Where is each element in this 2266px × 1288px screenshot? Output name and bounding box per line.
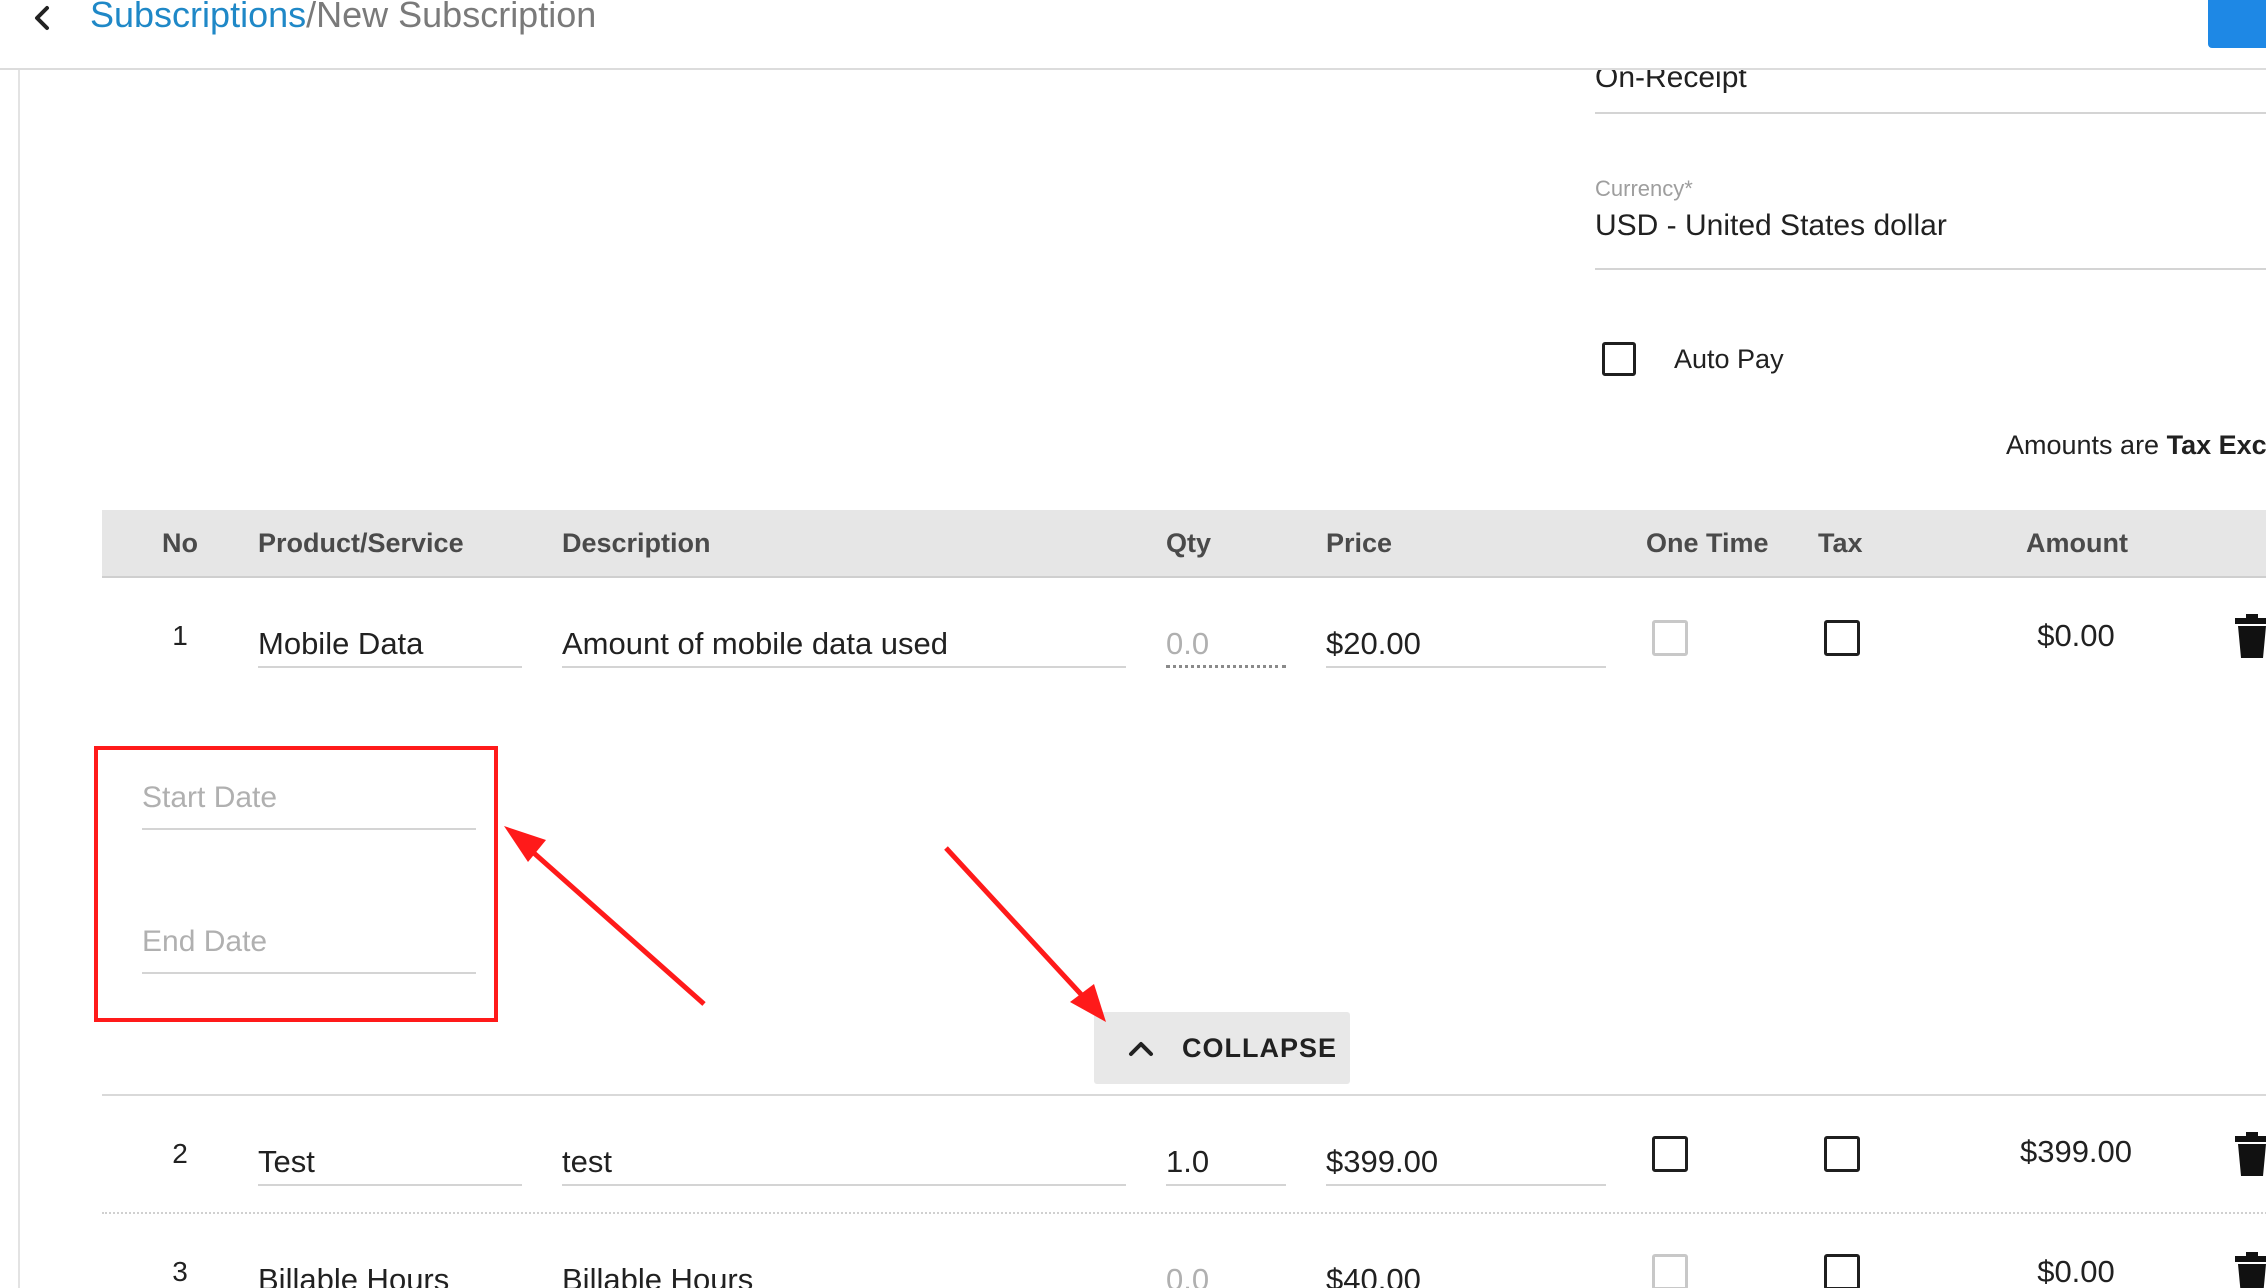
column-header-amount: Amount [2026,528,2128,558]
row-1-price-input[interactable]: $20.00 [1326,616,1606,668]
row-3-number: 3 [172,1256,188,1287]
trash-icon [2235,614,2266,658]
chevron-up-icon [1129,1042,1153,1056]
start-date-input[interactable]: Start Date [142,772,476,830]
auto-pay-checkbox[interactable] [1602,342,1636,376]
row-3-qty-input[interactable]: 0.0 [1166,1252,1286,1288]
row-3-price-value: $40.00 [1326,1262,1421,1288]
row-3-description-input[interactable]: Billable Hours [562,1252,1126,1288]
currency-value: USD - United States dollar [1595,209,1947,242]
column-header-product: Product/Service [258,528,464,558]
row-3-delete-button[interactable] [2232,1252,2266,1288]
end-date-placeholder: End Date [142,925,268,958]
row-2-number: 2 [172,1138,188,1169]
row-divider [102,1094,2266,1096]
row-3-one-time-checkbox [1652,1254,1688,1288]
row-2-description-value: test [562,1144,612,1179]
row-3-amount: $0.00 [2037,1254,2115,1288]
row-1-qty-value: 0.0 [1166,626,1210,661]
row-1-delete-button[interactable] [2232,614,2266,658]
column-header-price: Price [1326,528,1393,558]
currency-label: Currency* [1595,176,1693,201]
tax-mode-value[interactable]: Tax Exc [2167,430,2266,460]
left-panel-border [18,68,20,1288]
breadcrumb-subscriptions-link[interactable]: Subscriptions [90,0,306,35]
breadcrumb-current-page: New Subscription [316,0,597,35]
subscription-form-page: Subscriptions/New Subscription On-Receip… [0,0,2266,1288]
row-2-amount: $399.00 [2019,1134,2133,1169]
back-button[interactable] [26,0,58,36]
auto-pay-label: Auto Pay [1674,344,1784,374]
row-1-product-input[interactable]: Mobile Data [258,616,522,668]
row-2-tax-checkbox[interactable] [1824,1136,1860,1172]
row-2-price-input[interactable]: $399.00 [1326,1134,1606,1186]
row-1-tax-checkbox[interactable] [1824,620,1860,656]
row-3-product-input[interactable]: Billable Hours [258,1252,522,1288]
row-3-tax-checkbox[interactable] [1824,1254,1860,1288]
column-header-one-time: One Time [1646,528,1769,558]
collapse-label: COLLAPSE [1182,1033,1338,1063]
row-2-one-time-checkbox[interactable] [1652,1136,1688,1172]
row-2-qty-input[interactable]: 1.0 [1166,1134,1286,1186]
trash-icon [2235,1252,2266,1288]
column-header-qty: Qty [1166,528,1212,558]
top-bar: Subscriptions/New Subscription [0,0,2266,70]
row-2-product-input[interactable]: Test [258,1134,522,1186]
currency-field[interactable]: Currency* USD - United States dollar [1595,176,2266,270]
row-1-number: 1 [172,620,188,651]
top-action-button[interactable] [2208,0,2266,48]
collapse-button[interactable]: COLLAPSE [1094,1012,1350,1084]
breadcrumb: Subscriptions/New Subscription [90,0,596,36]
row-3-qty-value: 0.0 [1166,1262,1210,1288]
breadcrumb-separator: / [306,0,317,35]
arrow-to-date-fields [504,826,706,1006]
row-1-amount: $0.00 [2037,618,2115,653]
trash-icon [2235,1132,2266,1176]
column-header-no: No [162,528,198,558]
row-1-price-value: $20.00 [1326,626,1421,661]
tax-note-prefix: Amounts are [2006,430,2167,460]
row-2-delete-button[interactable] [2232,1132,2266,1176]
row-1-qty-input[interactable]: 0.0 [1166,616,1286,668]
row-2-price-value: $399.00 [1326,1144,1439,1179]
row-1-description-input[interactable]: Amount of mobile data used [562,616,1126,668]
start-date-placeholder: Start Date [142,781,278,814]
row-1-product-value: Mobile Data [258,626,424,661]
tax-mode-note: Amounts are Tax Exc [2006,428,2266,462]
row-3-description-value: Billable Hours [562,1262,754,1288]
row-3-price-input[interactable]: $40.00 [1326,1252,1606,1288]
line-items-table-header: No Product/Service Description Qty Price… [102,510,2266,578]
row-1-one-time-checkbox [1652,620,1688,656]
column-header-description: Description [562,528,711,558]
row-2-description-input[interactable]: test [562,1134,1126,1186]
end-date-input[interactable]: End Date [142,916,476,974]
chevron-left-icon [35,6,49,30]
arrow-to-collapse-button [944,846,1106,1022]
row-divider [102,1212,2266,1214]
row-2-product-value: Test [258,1144,315,1179]
row-1-description-value: Amount of mobile data used [562,626,949,661]
column-header-tax: Tax [1818,528,1863,558]
row-2-qty-value: 1.0 [1166,1144,1210,1179]
row-3-product-value: Billable Hours [258,1262,450,1288]
